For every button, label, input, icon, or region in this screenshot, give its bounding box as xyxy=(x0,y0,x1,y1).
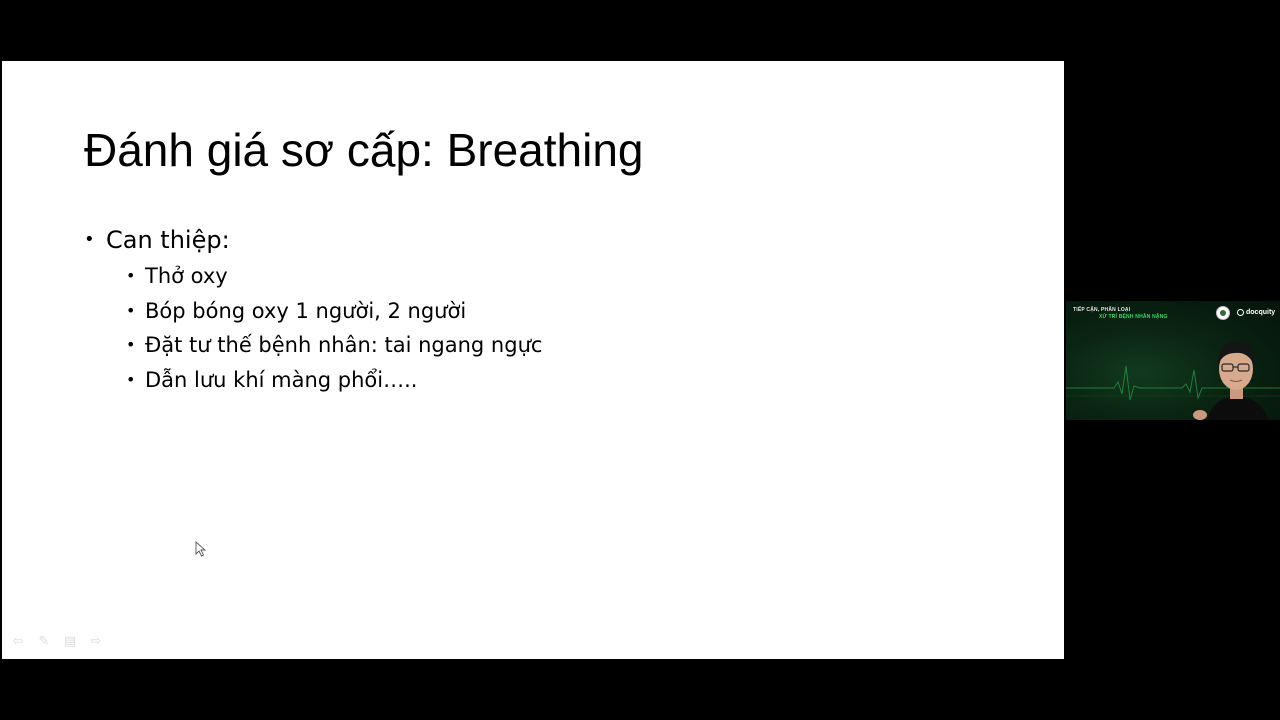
next-slide-icon[interactable]: ⇨ xyxy=(88,635,104,649)
sub-bullet-list: • Thở oxy • Bóp bóng oxy 1 người, 2 ngườ… xyxy=(84,259,542,397)
docquity-logo-icon xyxy=(1237,309,1244,316)
webcam-heading: TIẾP CẬN, PHÂN LOẠI xyxy=(1073,307,1131,313)
sub-bullet-text: Bóp bóng oxy 1 người, 2 người xyxy=(145,298,467,323)
presenter-video xyxy=(1193,341,1268,420)
slides-menu-icon[interactable]: ▤ xyxy=(62,635,78,649)
bullet-dot-icon: • xyxy=(126,335,136,354)
sub-bullet-item: • Bóp bóng oxy 1 người, 2 người xyxy=(84,294,542,329)
sub-bullet-text: Dẫn lưu khí màng phổi….. xyxy=(145,367,418,392)
bullet-dot-icon: • xyxy=(126,300,136,320)
bullet-dot-icon: • xyxy=(84,229,95,250)
sub-bullet-item: • Đặt tư thế bệnh nhân: tai ngang ngực xyxy=(84,328,542,363)
pen-icon[interactable]: ✎ xyxy=(36,635,52,649)
brand-name: docquity xyxy=(1246,309,1276,316)
sub-bullet-text: Đặt tư thế bệnh nhân: tai ngang ngực xyxy=(145,333,543,357)
bullet-item: • Can thiệp: xyxy=(84,221,542,259)
brand-logo: docquity xyxy=(1237,309,1275,316)
webcam-subheading: XỬ TRÍ BỆNH NHÂN NẶNG xyxy=(1099,314,1168,320)
previous-slide-icon[interactable]: ⇦ xyxy=(10,635,26,649)
sub-bullet-text: Thở oxy xyxy=(145,264,228,288)
sub-bullet-item: • Dẫn lưu khí màng phổi….. xyxy=(84,363,542,398)
arrow-cursor-icon xyxy=(195,541,207,557)
slide-controls: ⇦ ✎ ▤ ⇨ xyxy=(10,635,104,649)
bullet-text: Can thiệp: xyxy=(106,226,230,254)
ministry-seal-icon xyxy=(1216,306,1230,320)
presentation-slide[interactable]: Đánh giá sơ cấp: Breathing • Can thiệp: … xyxy=(2,61,1064,659)
bullet-dot-icon: • xyxy=(126,266,136,285)
webcam-feed: TIẾP CẬN, PHÂN LOẠI XỬ TRÍ BỆNH NHÂN NẶN… xyxy=(1066,301,1280,420)
slide-title: Đánh giá sơ cấp: Breathing xyxy=(84,124,644,176)
sub-bullet-item: • Thở oxy xyxy=(84,259,542,294)
bullet-list: • Can thiệp: • Thở oxy • Bóp bóng oxy 1 … xyxy=(84,221,542,397)
screen: Đánh giá sơ cấp: Breathing • Can thiệp: … xyxy=(0,0,1280,720)
sub-bullet-group: • Thở oxy • Bóp bóng oxy 1 người, 2 ngườ… xyxy=(84,259,542,397)
bullet-dot-icon: • xyxy=(126,369,136,389)
